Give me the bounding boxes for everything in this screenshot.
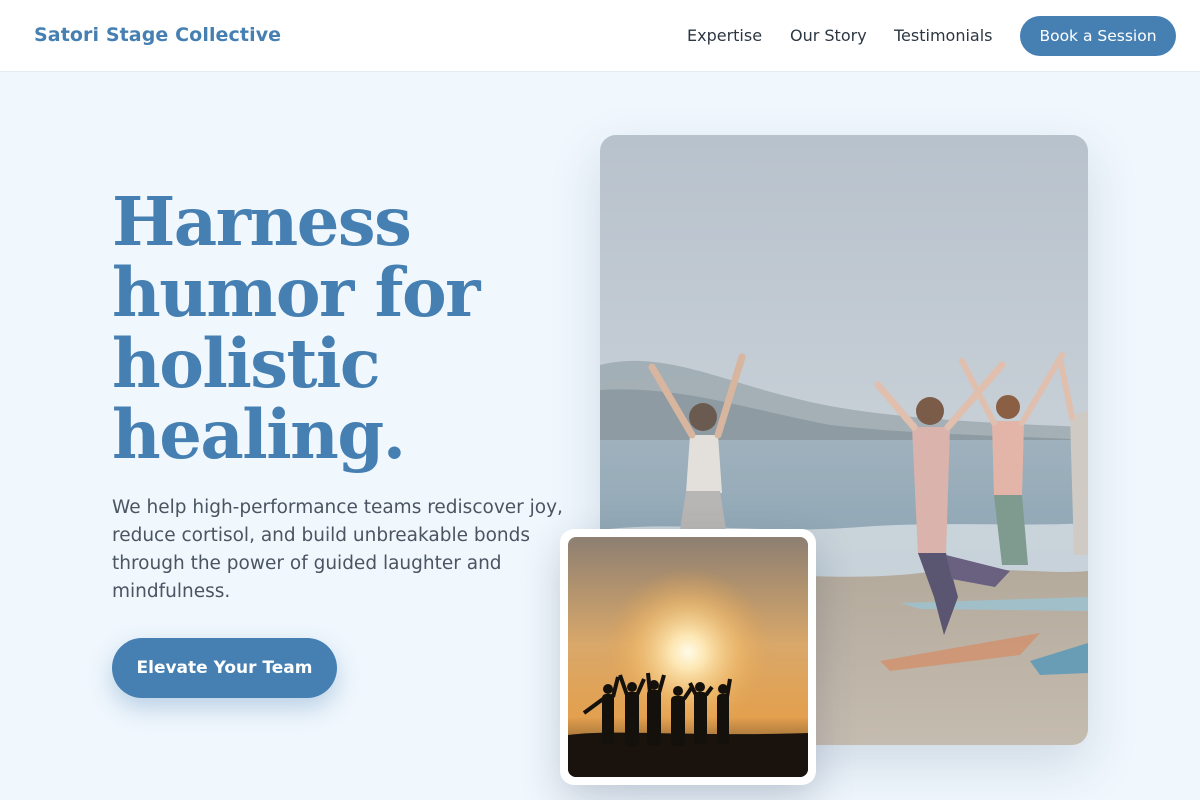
hero-heading-line-3: holistic xyxy=(112,324,381,403)
nav-link-our-story[interactable]: Our Story xyxy=(790,26,867,45)
nav-link-expertise[interactable]: Expertise xyxy=(687,26,762,45)
book-session-button[interactable]: Book a Session xyxy=(1020,16,1176,56)
sunset-silhouette-photo xyxy=(560,529,816,785)
hero-heading-line-2: humor for xyxy=(112,253,480,332)
brand-logo-link[interactable]: Satori Stage Collective xyxy=(34,24,281,46)
elevate-team-button[interactable]: Elevate Your Team xyxy=(112,638,337,698)
hero-heading: Harness humor for holistic healing. xyxy=(112,186,572,470)
nav-link-testimonials[interactable]: Testimonials xyxy=(894,26,993,45)
hero-heading-line-4: healing. xyxy=(112,395,406,474)
hero-subtext: We help high-performance teams rediscove… xyxy=(112,497,563,602)
site-header: Satori Stage Collective Expertise Our St… xyxy=(0,0,1200,72)
hero-heading-line-1: Harness xyxy=(112,182,412,261)
